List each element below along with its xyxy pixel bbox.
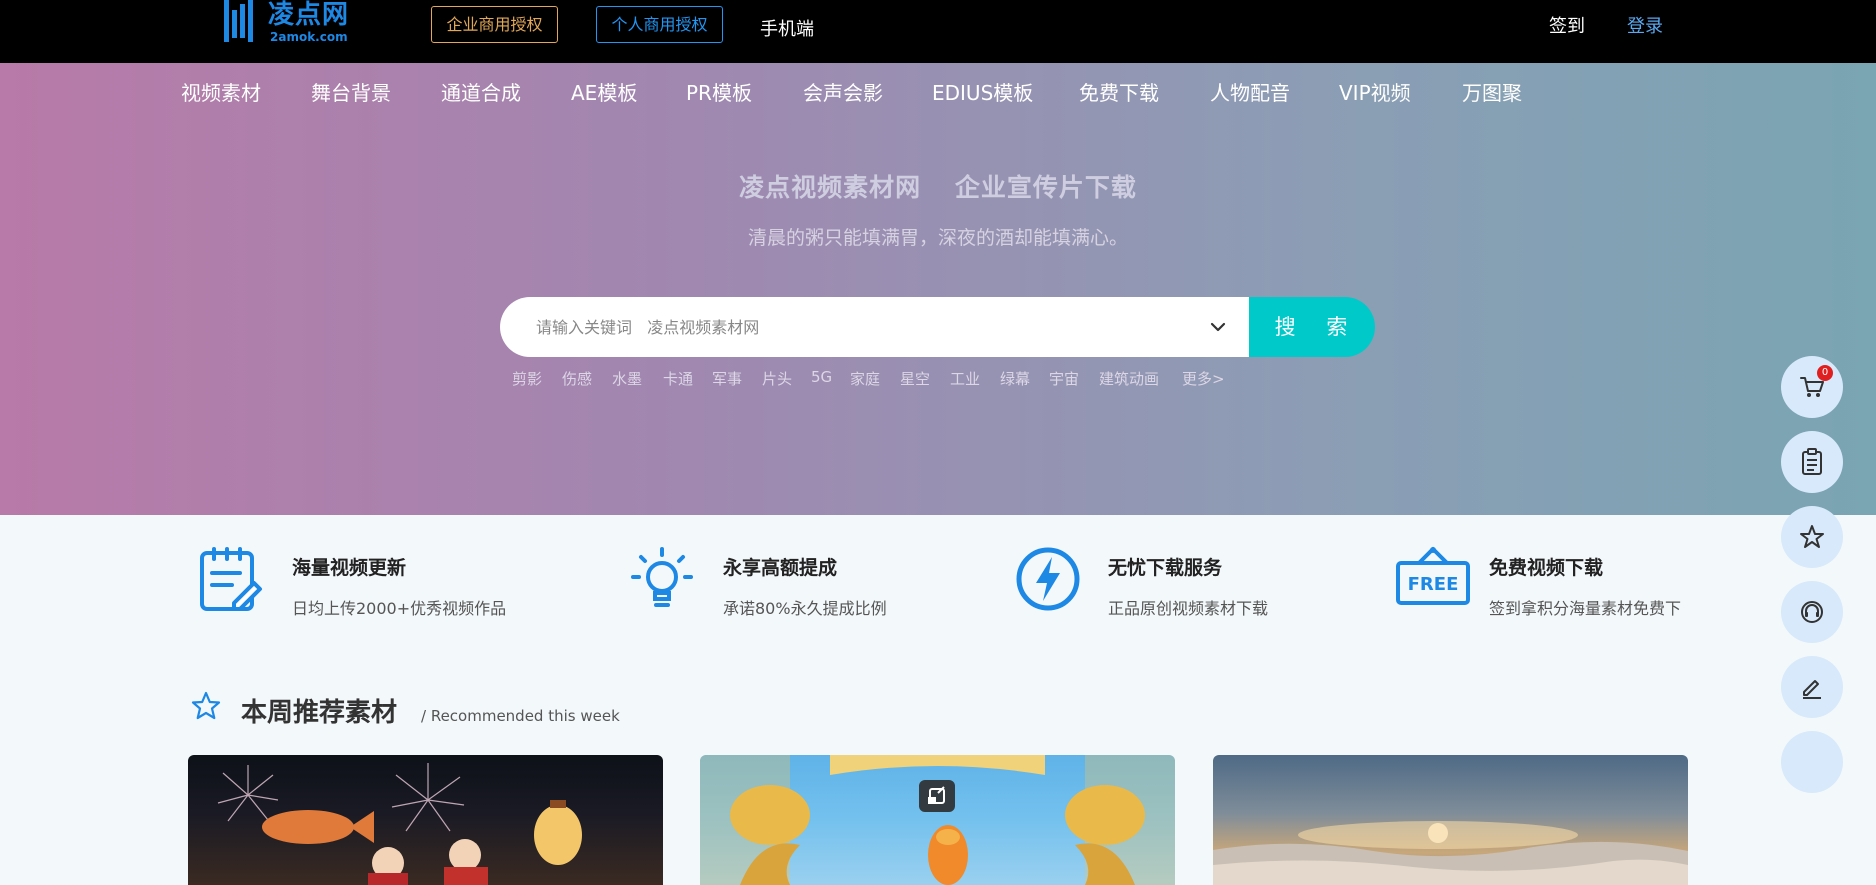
- logo-text: 凌点网: [268, 0, 350, 30]
- logo-domain: 2amok.com: [270, 30, 348, 44]
- logo-bars-icon: [224, 0, 253, 42]
- tag-item[interactable]: 伤感: [562, 368, 592, 389]
- tag-item[interactable]: 星空: [900, 368, 930, 389]
- section-title: 本周推荐素材: [241, 698, 398, 728]
- tag-item[interactable]: 片头: [762, 368, 792, 389]
- edit-icon: [1803, 680, 1821, 699]
- star-icon: [1800, 525, 1824, 548]
- chevron-down-icon[interactable]: [1208, 317, 1228, 337]
- search-button[interactable]: 搜 索: [1249, 297, 1375, 357]
- nav-item-edius[interactable]: EDIUS模板: [932, 77, 1033, 106]
- hero-title: 凌点视频素材网 企业宣传片下载: [0, 168, 1876, 204]
- login-link[interactable]: 登录: [1627, 12, 1663, 38]
- nav-item-free[interactable]: 免费下载: [1079, 77, 1159, 106]
- feature-desc: 正品原创视频素材下载: [1108, 599, 1269, 618]
- video-card[interactable]: [1213, 755, 1688, 885]
- feature-title: 免费视频下载: [1489, 557, 1604, 579]
- headset-icon: [1801, 601, 1823, 623]
- svg-text:FREE: FREE: [1408, 574, 1459, 595]
- signin-link[interactable]: 签到: [1549, 12, 1585, 38]
- tag-item[interactable]: 家庭: [850, 368, 880, 389]
- nav-item-ae[interactable]: AE模板: [571, 77, 637, 106]
- back-to-top-button[interactable]: [1781, 731, 1843, 793]
- feature-item: 无忧下载服务 正品原创视频素材下载: [1014, 545, 1394, 625]
- feature-desc: 承诺80%永久提成比例: [723, 599, 887, 618]
- card-thumbnail: [700, 755, 1175, 885]
- support-button[interactable]: [1781, 581, 1843, 643]
- tag-more[interactable]: 更多>: [1182, 368, 1225, 389]
- video-card[interactable]: [700, 755, 1175, 885]
- cart-count-badge: 0: [1817, 365, 1833, 381]
- enterprise-license-button[interactable]: 企业商用授权: [431, 6, 558, 43]
- search-box: [500, 297, 1250, 357]
- feature-desc: 签到拿积分海量素材免费下: [1489, 599, 1682, 618]
- tag-item[interactable]: 卡通: [663, 368, 693, 389]
- nav-item-voice[interactable]: 人物配音: [1210, 77, 1290, 106]
- feature-desc: 日均上传2000+优秀视频作品: [292, 599, 507, 618]
- lightning-icon: [1016, 547, 1080, 611]
- favorites-button[interactable]: [1781, 506, 1843, 568]
- section-subtitle: / Recommended this week: [421, 707, 620, 725]
- tag-item[interactable]: 工业: [950, 368, 980, 389]
- tag-item[interactable]: 5G: [811, 368, 832, 386]
- tag-item[interactable]: 剪影: [512, 368, 542, 389]
- site-logo[interactable]: 凌点网 2amok.com: [222, 0, 362, 48]
- top-bar: 凌点网 2amok.com 企业商用授权 个人商用授权 手机端 签到 登录: [0, 0, 1876, 63]
- expand-preview-button[interactable]: [919, 780, 955, 812]
- nav-item-video[interactable]: 视频素材: [181, 77, 261, 106]
- expand-icon: [928, 786, 945, 804]
- mobile-link[interactable]: 手机端: [760, 15, 814, 41]
- card-thumbnail: [1213, 821, 1688, 885]
- feature-title: 海量视频更新: [292, 557, 407, 579]
- nav-item-stage[interactable]: 舞台背景: [311, 77, 391, 106]
- search-input[interactable]: [536, 297, 1176, 357]
- tag-item[interactable]: 建筑动画: [1099, 368, 1159, 389]
- star-icon: [191, 691, 221, 720]
- feedback-button[interactable]: [1781, 656, 1843, 718]
- feature-item: 永享高额提成 承诺80%永久提成比例: [629, 545, 1009, 625]
- nav-item-vip[interactable]: VIP视频: [1339, 77, 1411, 106]
- video-card[interactable]: [188, 755, 663, 885]
- feature-item: FREE 免费视频下载 签到拿积分海量素材免费下: [1395, 545, 1775, 625]
- feature-title: 无忧下载服务: [1108, 557, 1223, 579]
- doc-edit-icon: [200, 547, 262, 611]
- tag-item[interactable]: 绿幕: [1000, 368, 1030, 389]
- cart-button[interactable]: 0: [1781, 356, 1843, 418]
- tag-item[interactable]: 水墨: [612, 368, 642, 389]
- hero-title-right: 企业宣传片下载: [954, 173, 1137, 202]
- hero-banner: 视频素材 舞台背景 通道合成 AE模板 PR模板 会声会影 EDIUS模板 免费…: [0, 63, 1876, 515]
- personal-license-button[interactable]: 个人商用授权: [596, 6, 723, 43]
- lightbulb-icon: [631, 547, 693, 607]
- feature-title: 永享高额提成: [723, 557, 838, 579]
- hero-title-left: 凌点视频素材网: [739, 173, 922, 202]
- hero-subtitle: 清晨的粥只能填满胃，深夜的酒却能填满心。: [747, 227, 1128, 249]
- nav-item-wantuju[interactable]: 万图聚: [1462, 77, 1522, 106]
- tag-item[interactable]: 宇宙: [1049, 368, 1079, 389]
- clipboard-icon: [1802, 448, 1822, 475]
- nav-item-pr[interactable]: PR模板: [686, 77, 752, 106]
- nav-item-channel[interactable]: 通道合成: [441, 77, 521, 106]
- main-nav: 视频素材 舞台背景 通道合成 AE模板 PR模板 会声会影 EDIUS模板 免费…: [0, 77, 1876, 109]
- card-thumbnail: [217, 763, 582, 885]
- orders-button[interactable]: [1781, 431, 1843, 493]
- free-sign-icon: FREE: [1396, 547, 1470, 605]
- nav-item-huisheng[interactable]: 会声会影: [803, 77, 883, 106]
- tag-item[interactable]: 军事: [712, 368, 742, 389]
- feature-item: 海量视频更新 日均上传2000+优秀视频作品: [198, 545, 578, 625]
